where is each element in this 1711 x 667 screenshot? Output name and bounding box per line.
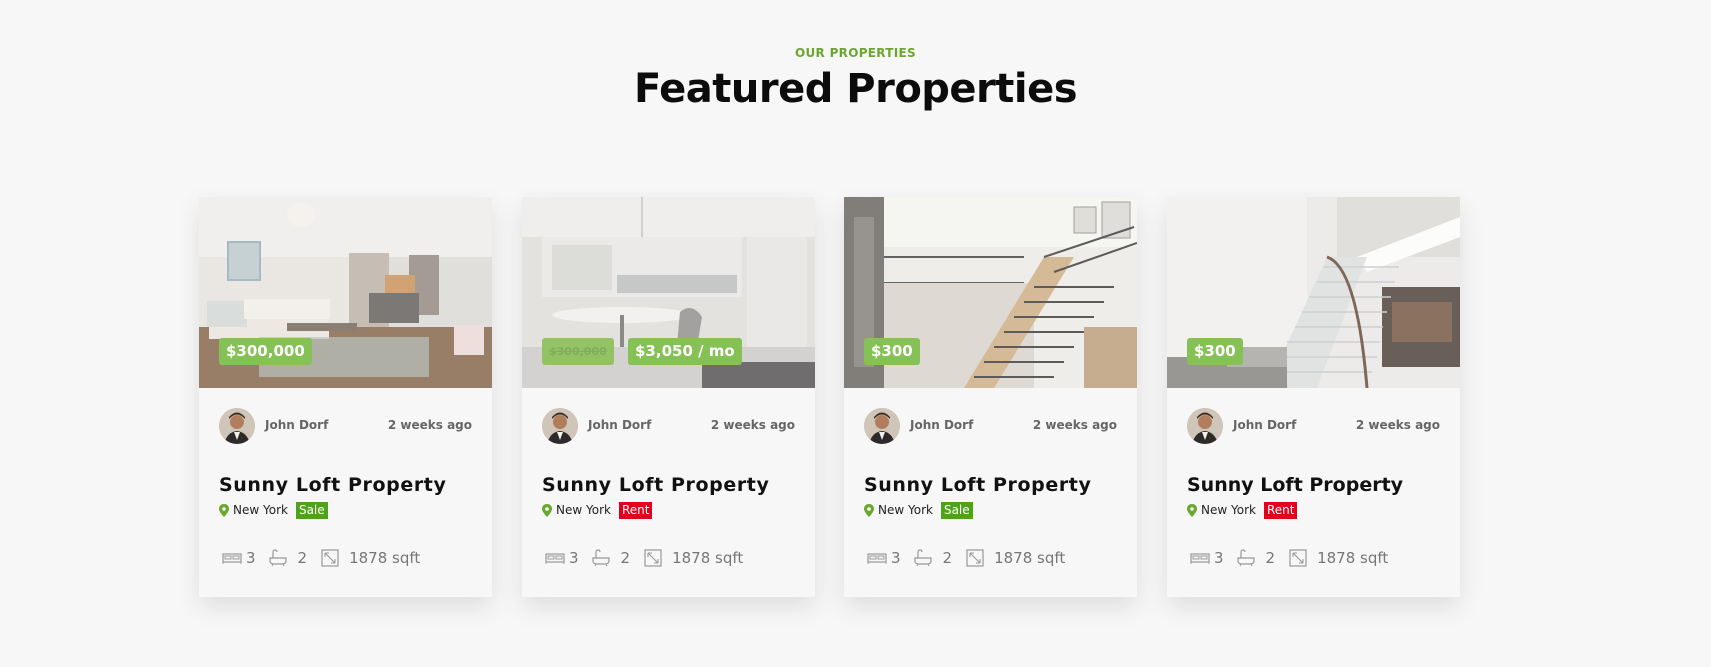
bathrooms: 2 [1236, 549, 1276, 567]
bathrooms: 2 [913, 549, 953, 567]
property-features: 3 2 1878 sqft [222, 549, 420, 567]
posted-time: 2 weeks ago [1032, 418, 1117, 432]
bed-icon [1190, 553, 1210, 564]
price-badge: $300 [864, 338, 920, 365]
area-icon [321, 549, 339, 567]
bedroom-count: 3 [569, 549, 579, 567]
avatar[interactable] [864, 408, 900, 444]
price-badge: $300 [1187, 338, 1243, 365]
bed-icon [545, 553, 565, 564]
bathroom-count: 2 [942, 549, 953, 567]
section-eyebrow: OUR PROPERTIES [795, 46, 916, 60]
card-meta: John Dorf 2 weeks ago [219, 408, 472, 444]
card-meta: John Dorf 2 weeks ago [542, 408, 795, 444]
property-photo-grand-staircase[interactable]: $300 [1167, 197, 1460, 388]
map-pin-icon [1187, 503, 1197, 517]
bedrooms: 3 [222, 549, 256, 567]
bed-icon [867, 553, 887, 564]
property-title[interactable]: Sunny Loft Property [219, 474, 446, 496]
map-pin-icon [219, 503, 229, 517]
status-badge: Sale [295, 501, 328, 519]
bathroom-count: 2 [620, 549, 631, 567]
author-name[interactable]: John Dorf [1233, 418, 1296, 432]
area-icon [644, 549, 662, 567]
bedrooms: 3 [545, 549, 579, 567]
avatar[interactable] [219, 408, 255, 444]
area-size: 1878 sqft [994, 549, 1066, 567]
section-header: OUR PROPERTIES Featured Properties [0, 46, 1711, 112]
author-name[interactable]: John Dorf [588, 418, 651, 432]
section-title: Featured Properties [633, 66, 1078, 112]
bathroom-count: 2 [1265, 549, 1276, 567]
card-body: John Dorf 2 weeks ago Sunny Loft Propert… [844, 388, 1137, 597]
card-meta: John Dorf 2 weeks ago [1187, 408, 1440, 444]
area: 1878 sqft [1289, 549, 1388, 567]
bathtub-icon [1236, 549, 1255, 567]
property-photo-staircase[interactable]: $300 [844, 197, 1137, 388]
property-title[interactable]: Sunny Loft Property [864, 474, 1091, 496]
property-features: 3 2 1878 sqft [867, 549, 1065, 567]
posted-time: 2 weeks ago [387, 418, 472, 432]
property-card-grid: $300,000 John Dorf 2 weeks ago Sunny Lof… [199, 197, 1460, 597]
property-location: New York Rent [1187, 501, 1298, 519]
area-icon [1289, 549, 1307, 567]
location-city: New York [1201, 503, 1256, 517]
card-meta: John Dorf 2 weeks ago [864, 408, 1117, 444]
area-size: 1878 sqft [672, 549, 744, 567]
property-card[interactable]: $300 John Dorf 2 weeks ago Sunny Loft Pr… [1167, 197, 1460, 597]
area: 1878 sqft [966, 549, 1065, 567]
area: 1878 sqft [644, 549, 743, 567]
price-badge: $3,050 / mo [628, 338, 742, 365]
map-pin-icon [542, 503, 552, 517]
status-badge: Sale [940, 501, 973, 519]
bed-icon [222, 553, 242, 564]
area-icon [966, 549, 984, 567]
bathrooms: 2 [268, 549, 308, 567]
avatar[interactable] [542, 408, 578, 444]
property-photo-living-room[interactable]: $300,000 [199, 197, 492, 388]
map-pin-icon [864, 503, 874, 517]
bedroom-count: 3 [891, 549, 901, 567]
price-badge: $300,000 [219, 338, 312, 365]
card-body: John Dorf 2 weeks ago Sunny Loft Propert… [522, 388, 815, 597]
bedroom-count: 3 [1214, 549, 1224, 567]
property-photo-kitchen[interactable]: $300,000 $3,050 / mo [522, 197, 815, 388]
bathtub-icon [591, 549, 610, 567]
card-body: John Dorf 2 weeks ago Sunny Loft Propert… [199, 388, 492, 597]
property-card[interactable]: $300,000 $3,050 / mo John Dorf 2 weeks a… [522, 197, 815, 597]
property-title[interactable]: Sunny Loft Property [1187, 474, 1403, 496]
bedrooms: 3 [867, 549, 901, 567]
location-city: New York [556, 503, 611, 517]
location-city: New York [233, 503, 288, 517]
status-badge: Rent [1263, 501, 1298, 519]
area-size: 1878 sqft [349, 549, 421, 567]
bedroom-count: 3 [246, 549, 256, 567]
card-body: John Dorf 2 weeks ago Sunny Loft Propert… [1167, 388, 1460, 597]
property-location: New York Rent [542, 501, 653, 519]
bathtub-icon [913, 549, 932, 567]
bedrooms: 3 [1190, 549, 1224, 567]
location-city: New York [878, 503, 933, 517]
property-card[interactable]: $300,000 John Dorf 2 weeks ago Sunny Lof… [199, 197, 492, 597]
property-location: New York Sale [864, 501, 973, 519]
area-size: 1878 sqft [1317, 549, 1389, 567]
author-name[interactable]: John Dorf [265, 418, 328, 432]
property-features: 3 2 1878 sqft [545, 549, 743, 567]
property-title[interactable]: Sunny Loft Property [542, 474, 769, 496]
status-badge: Rent [618, 501, 653, 519]
bathtub-icon [268, 549, 287, 567]
area: 1878 sqft [321, 549, 420, 567]
bathrooms: 2 [591, 549, 631, 567]
posted-time: 2 weeks ago [710, 418, 795, 432]
old-price-badge: $300,000 [542, 338, 614, 365]
property-features: 3 2 1878 sqft [1190, 549, 1388, 567]
property-location: New York Sale [219, 501, 328, 519]
posted-time: 2 weeks ago [1355, 418, 1440, 432]
author-name[interactable]: John Dorf [910, 418, 973, 432]
property-card[interactable]: $300 John Dorf 2 weeks ago Sunny Loft Pr… [844, 197, 1137, 597]
bathroom-count: 2 [297, 549, 308, 567]
avatar[interactable] [1187, 408, 1223, 444]
